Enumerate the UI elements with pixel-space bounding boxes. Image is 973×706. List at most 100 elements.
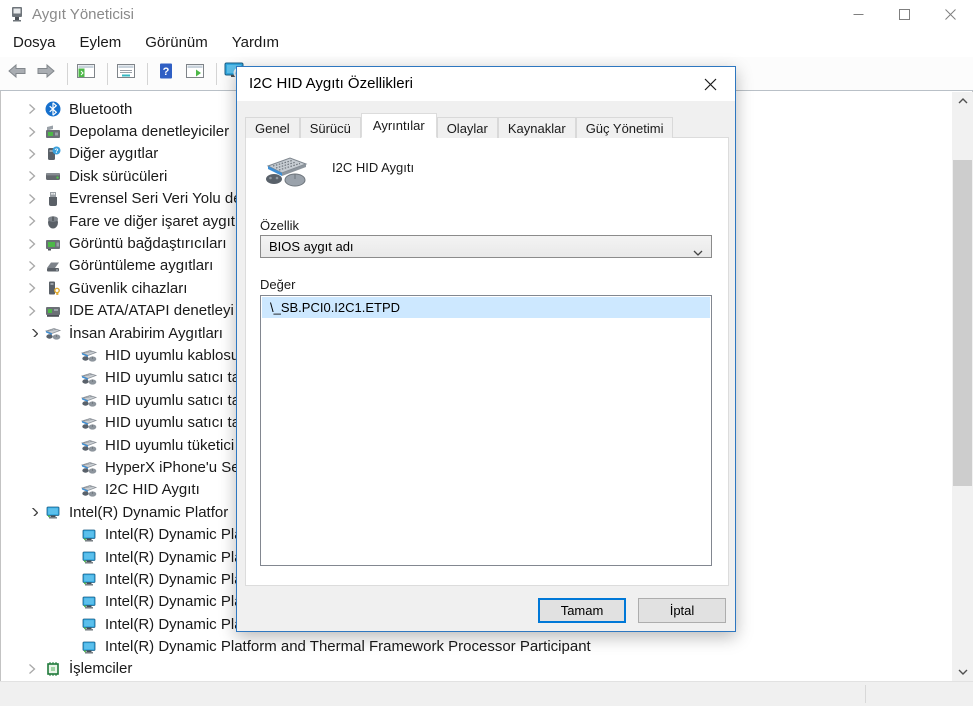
ok-button[interactable]: Tamam: [538, 598, 626, 623]
chevron-right-icon[interactable]: [25, 281, 39, 295]
hid-device-icon: [264, 152, 310, 193]
chevron-down-icon[interactable]: [25, 505, 39, 519]
ide-icon: [45, 303, 61, 319]
chevron-right-icon[interactable]: [25, 304, 39, 318]
chevron-right-icon[interactable]: [25, 192, 39, 206]
value-list-item-selected[interactable]: \_SB.PCI0.I2C1.ETPD: [262, 297, 710, 318]
device-manager-window: Aygıt Yöneticisi Dosya Eylem Görünüm Yar…: [0, 0, 973, 706]
hid-icon: [81, 415, 97, 431]
hid-icon: [81, 437, 97, 453]
tab-guc-yonetimi[interactable]: Güç Yönetimi: [576, 117, 674, 138]
tree-item[interactable]: İşlemciler: [1, 658, 952, 680]
security-icon: [45, 280, 61, 296]
titlebar: Aygıt Yöneticisi: [0, 0, 973, 28]
chevron-right-icon[interactable]: [25, 147, 39, 161]
device-name: I2C HID Aygıtı: [332, 160, 414, 175]
tree-item[interactable]: Intel(R) Dynamic Platform and Thermal Fr…: [1, 635, 952, 657]
properties-icon: [116, 63, 136, 84]
value-label: Değer: [260, 277, 295, 292]
property-label: Özellik: [260, 218, 299, 233]
forward-arrow-icon: [36, 63, 56, 84]
device-manager-icon: [9, 6, 25, 22]
minimize-icon: [853, 9, 864, 20]
intel-device-icon: [81, 527, 97, 543]
hid-icon: [81, 482, 97, 498]
toolbar-separator: [107, 63, 108, 85]
imaging-icon: [45, 258, 61, 274]
properties-button[interactable]: [113, 61, 139, 87]
chevron-right-icon[interactable]: [25, 169, 39, 183]
tab-olaylar[interactable]: Olaylar: [437, 117, 498, 138]
statusbar: [0, 681, 973, 706]
hid-icon: [81, 459, 97, 475]
usb-icon: [45, 191, 61, 207]
close-button[interactable]: [927, 0, 973, 28]
intel-device-icon: [81, 616, 97, 632]
hid-icon: [81, 392, 97, 408]
chevron-down-icon: [693, 244, 703, 259]
hid-icon: [45, 325, 61, 341]
close-icon: [704, 78, 717, 91]
window-title: Aygıt Yöneticisi: [32, 6, 134, 23]
chevron-right-icon[interactable]: [25, 214, 39, 228]
dialog-close-button[interactable]: [695, 71, 725, 97]
value-listbox[interactable]: \_SB.PCI0.I2C1.ETPD: [260, 295, 712, 566]
forward-button[interactable]: [33, 61, 59, 87]
chevron-right-icon[interactable]: [25, 102, 39, 116]
chevron-right-icon[interactable]: [25, 237, 39, 251]
property-dropdown[interactable]: BIOS aygıt adı: [260, 235, 712, 258]
display-adapter-icon: [45, 236, 61, 252]
dialog-title: I2C HID Aygıtı Özellikleri: [249, 75, 413, 92]
svg-text:?: ?: [55, 148, 59, 155]
property-dropdown-value: BIOS aygıt adı: [269, 239, 354, 254]
storage-icon: [45, 124, 61, 140]
intel-device-icon: [81, 594, 97, 610]
menu-yardim[interactable]: Yardım: [220, 28, 291, 57]
unknown-device-icon: ?: [45, 146, 61, 162]
bluetooth-icon: [45, 101, 61, 117]
dialog-tabs: Genel Sürücü Ayrıntılar Olaylar Kaynakla…: [245, 113, 673, 138]
chevron-right-icon[interactable]: [25, 125, 39, 139]
details-tab-page: I2C HID Aygıtı Özellik BIOS aygıt adı De…: [245, 137, 729, 586]
hid-icon: [81, 347, 97, 363]
tab-surucu[interactable]: Sürücü: [300, 117, 361, 138]
show-console-tree-button[interactable]: [73, 61, 99, 87]
chevron-right-icon[interactable]: [25, 662, 39, 676]
menubar: Dosya Eylem Görünüm Yardım: [0, 28, 973, 57]
scroll-down-icon[interactable]: [952, 663, 973, 681]
cancel-button[interactable]: İptal: [638, 598, 726, 623]
menu-eylem[interactable]: Eylem: [68, 28, 134, 57]
show-console-tree-icon: [76, 63, 96, 84]
maximize-button[interactable]: [881, 0, 927, 28]
help-icon: ?: [157, 63, 175, 84]
show-action-pane-icon: [185, 63, 205, 84]
chevron-down-icon[interactable]: [25, 326, 39, 340]
back-arrow-icon: [7, 63, 27, 84]
tab-genel[interactable]: Genel: [245, 117, 300, 138]
back-button[interactable]: [4, 61, 30, 87]
properties-dialog: I2C HID Aygıtı Özellikleri Genel Sürücü …: [236, 66, 736, 632]
menu-dosya[interactable]: Dosya: [1, 28, 68, 57]
svg-text:?: ?: [163, 66, 170, 78]
disk-icon: [45, 168, 61, 184]
toolbar-separator: [67, 63, 68, 85]
show-action-pane-button[interactable]: [182, 61, 208, 87]
scrollbar-thumb[interactable]: [953, 160, 972, 486]
maximize-icon: [899, 9, 910, 20]
vertical-scrollbar[interactable]: [952, 92, 973, 681]
scroll-up-icon[interactable]: [952, 92, 973, 110]
menu-gorunum[interactable]: Görünüm: [133, 28, 220, 57]
hid-icon: [81, 370, 97, 386]
toolbar-separator: [147, 63, 148, 85]
intel-device-icon: [81, 549, 97, 565]
help-button[interactable]: ?: [153, 61, 179, 87]
tab-kaynaklar[interactable]: Kaynaklar: [498, 117, 576, 138]
intel-device-icon: [81, 639, 97, 655]
tab-ayrintilar[interactable]: Ayrıntılar: [361, 113, 437, 138]
intel-device-icon: [45, 504, 61, 520]
dialog-titlebar: I2C HID Aygıtı Özellikleri: [237, 67, 735, 101]
minimize-button[interactable]: [835, 0, 881, 28]
close-icon: [945, 9, 956, 20]
chevron-right-icon[interactable]: [25, 259, 39, 273]
toolbar-separator: [216, 63, 217, 85]
